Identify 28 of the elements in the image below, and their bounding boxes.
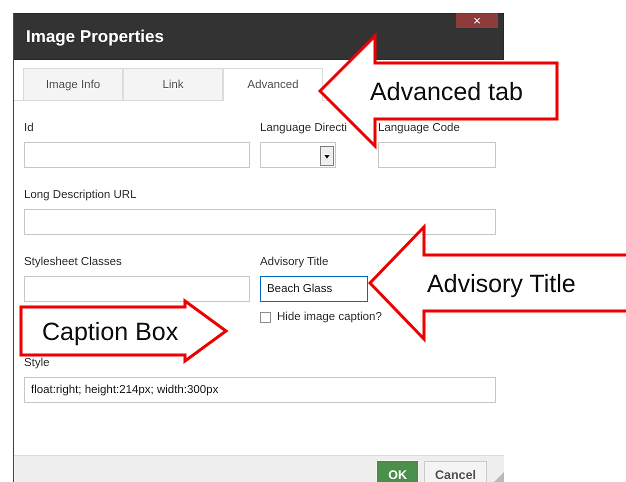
input-field[interactable] [24, 276, 250, 302]
input-field[interactable]: Beach Glass [260, 276, 368, 302]
input-field[interactable] [24, 142, 250, 168]
input-field[interactable]: float:right; height:214px; width:300px [24, 377, 496, 403]
callout-label: Caption Box [42, 318, 178, 346]
callout-label: Advisory Title [427, 270, 576, 298]
dropdown-icon [320, 146, 334, 166]
window-title: Image Properties [26, 26, 164, 46]
select-field[interactable] [260, 142, 336, 168]
tab[interactable]: Image Info [23, 68, 123, 100]
input-field[interactable] [24, 209, 496, 235]
field-label: Style [24, 356, 50, 370]
tab[interactable]: Link [123, 68, 223, 100]
field-label: Stylesheet Classes [24, 255, 122, 269]
resize-grip-icon[interactable] [492, 472, 504, 482]
field-label: Language Directi [260, 121, 347, 135]
checkbox-label: Hide image caption? [277, 310, 382, 324]
field-label: Long Description URL [24, 188, 137, 202]
field-label: Language Code [378, 121, 460, 135]
checkbox[interactable] [260, 312, 271, 322]
cancel-button[interactable]: Cancel [424, 461, 487, 482]
callout-label: Advanced tab [370, 78, 523, 106]
field-label: Advisory Title [260, 255, 328, 269]
tab[interactable]: Advanced [223, 68, 323, 101]
input-field[interactable] [378, 142, 496, 168]
ok-button[interactable]: OK [377, 461, 418, 482]
close-button[interactable]: × [456, 13, 498, 28]
field-label: Id [24, 121, 34, 135]
